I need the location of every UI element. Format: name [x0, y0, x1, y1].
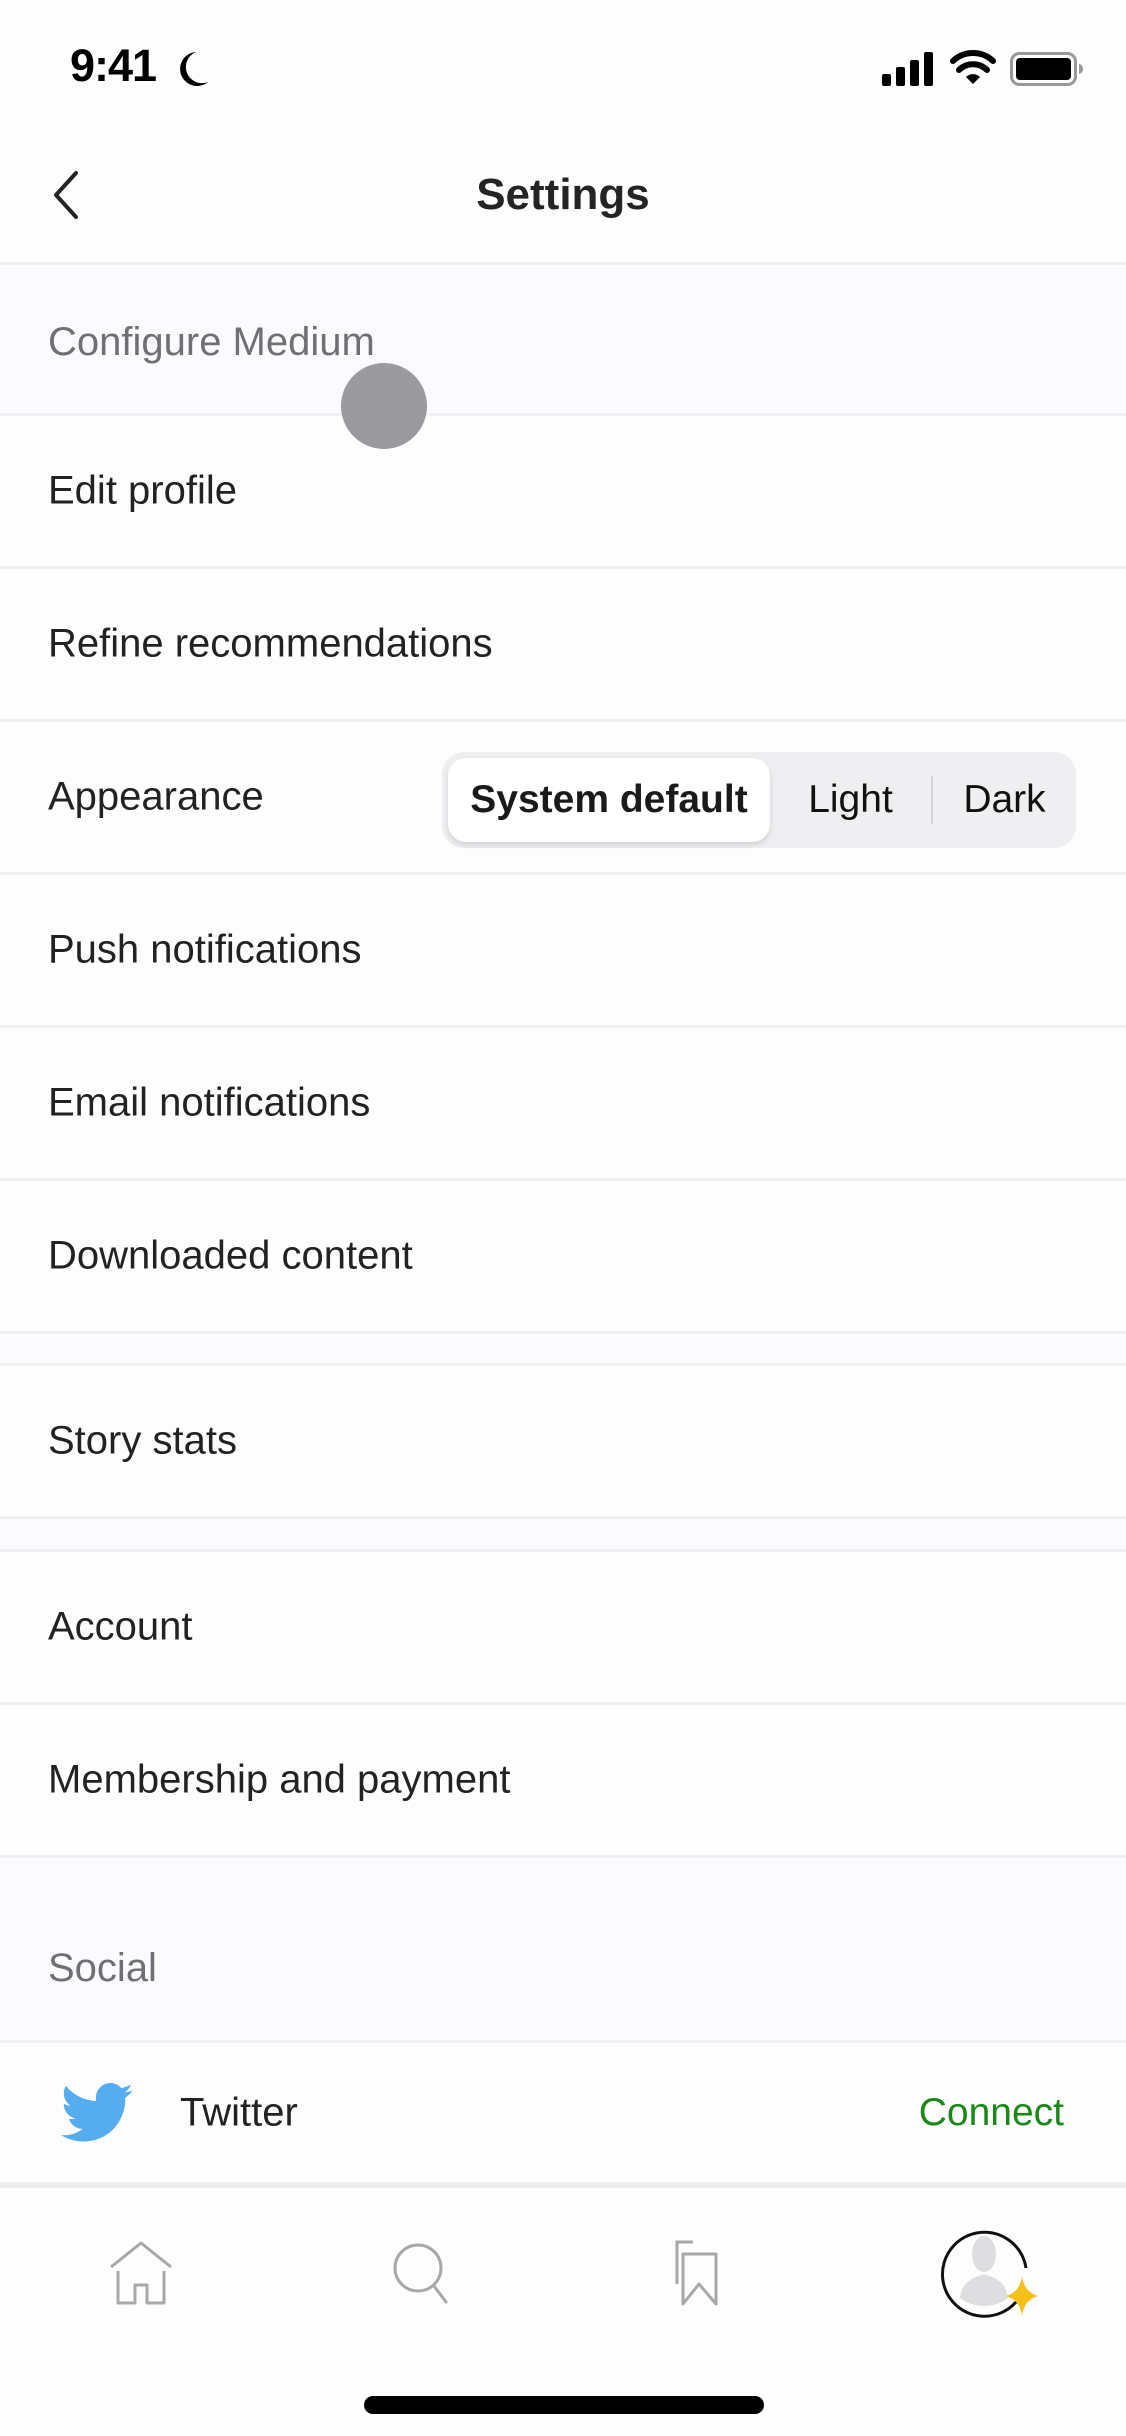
section-gap — [0, 1334, 1126, 1366]
tab-library[interactable] — [657, 2228, 747, 2318]
search-icon — [393, 2243, 448, 2304]
status-time: 9:41 — [70, 40, 157, 91]
appearance-segmented-control: System default Light Dark — [442, 752, 1076, 848]
settings-row-push-notifications[interactable]: Push notifications — [0, 875, 1126, 1028]
row-label: Story stats — [48, 1418, 237, 1463]
battery-icon — [1010, 52, 1083, 86]
section-header-configure: Configure Medium — [0, 265, 1126, 416]
section-header-label: Social — [48, 1946, 157, 1990]
settings-row-edit-profile[interactable]: Edit profile — [0, 416, 1126, 569]
bookmarks-icon — [675, 2240, 718, 2306]
social-row-twitter: Twitter Connect — [0, 2043, 1126, 2185]
row-label: Appearance — [48, 774, 264, 819]
wifi-icon — [950, 50, 996, 84]
page-title: Settings — [476, 170, 650, 219]
settings-row-email-notifications[interactable]: Email notifications — [0, 1028, 1126, 1181]
row-label: Email notifications — [48, 1080, 371, 1125]
appearance-option-dark[interactable]: Dark — [933, 752, 1076, 848]
tab-home[interactable] — [96, 2228, 186, 2318]
home-indicator[interactable] — [364, 2396, 764, 2414]
member-star-icon — [1006, 2276, 1038, 2316]
settings-row-story-stats[interactable]: Story stats — [0, 1366, 1126, 1519]
home-icon — [110, 2241, 172, 2305]
moon-icon — [180, 52, 208, 86]
navigation-bar: Settings — [0, 130, 1126, 265]
appearance-option-light[interactable]: Light — [770, 752, 931, 848]
twitter-connect-button[interactable]: Connect — [919, 2091, 1064, 2135]
row-label: Push notifications — [48, 927, 362, 972]
row-label: Refine recommendations — [48, 621, 493, 666]
touch-indicator — [341, 363, 427, 449]
row-label: Membership and payment — [48, 1757, 511, 1802]
settings-row-account[interactable]: Account — [0, 1552, 1126, 1705]
section-header-label: Configure Medium — [48, 320, 375, 364]
settings-row-appearance: Appearance System default Light Dark — [0, 722, 1126, 875]
status-bar: 9:41 — [0, 0, 1126, 130]
section-header-social: Social — [0, 1858, 1126, 2043]
settings-row-downloaded-content[interactable]: Downloaded content — [0, 1181, 1126, 1334]
appearance-option-system-default[interactable]: System default — [448, 758, 770, 842]
row-label: Downloaded content — [48, 1233, 413, 1278]
row-label: Edit profile — [48, 468, 237, 513]
cellular-signal-icon — [882, 52, 933, 86]
tab-search[interactable] — [378, 2228, 468, 2318]
avatar-icon — [940, 2230, 1038, 2318]
twitter-bird-icon — [62, 2082, 133, 2141]
tab-profile[interactable] — [938, 2216, 1048, 2326]
row-label: Account — [48, 1604, 193, 1649]
section-gap — [0, 1519, 1126, 1552]
row-label: Twitter — [180, 2090, 298, 2134]
settings-row-membership-payment[interactable]: Membership and payment — [0, 1705, 1126, 1858]
settings-row-refine-recommendations[interactable]: Refine recommendations — [0, 569, 1126, 722]
